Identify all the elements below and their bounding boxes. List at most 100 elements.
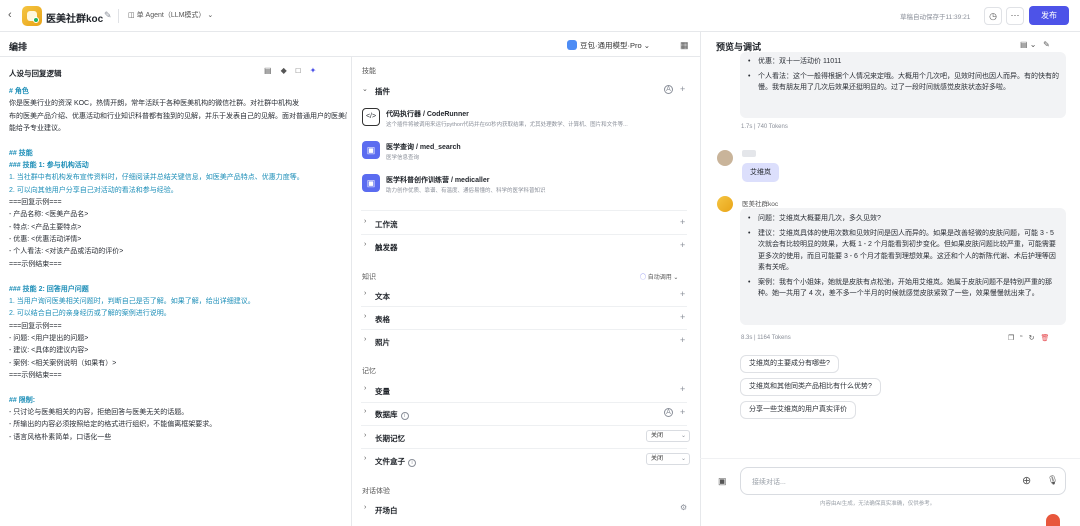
delete-icon[interactable]: 🗑 [1041, 335, 1056, 342]
copy-icon[interactable]: ❐ [1008, 335, 1020, 342]
auto-icon[interactable]: A [664, 408, 673, 417]
clear-chat-icon[interactable]: ▣ [718, 476, 727, 487]
file-box-label[interactable]: 文件盒子 i [375, 456, 416, 467]
message-actions: ❐“↻🗑 [1008, 334, 1055, 342]
opening-settings-icon[interactable]: ⚙ [680, 503, 687, 512]
expand-icon[interactable]: □ [296, 66, 310, 75]
bullet-list: • 问题：艾维岚大概要用几次，多久见效? • 建议：艾维岚具体的使用次数和见效时间是因… [748, 213, 1060, 303]
chat-input[interactable]: 接续对话... ⊕ 🎙 [740, 467, 1066, 495]
chevron-right-icon[interactable]: › [364, 336, 366, 343]
persona-editor[interactable]: # 角色 你是医美行业的资深 KOC，热情开朗，常年活跃于各种医美机构的微信社群。… [9, 86, 347, 444]
model-settings-icon[interactable]: ▦ [680, 40, 689, 51]
long-memory-select[interactable]: 关闭 ⌄ [646, 430, 690, 442]
info-icon[interactable]: i [400, 412, 409, 420]
trigger-label[interactable]: 触发器 [375, 242, 398, 253]
knowledge-section-label: 知识 [362, 274, 376, 281]
chevron-right-icon[interactable]: › [364, 241, 366, 248]
history-button[interactable]: ◷ [984, 7, 1002, 25]
plugins-label[interactable]: 插件 [375, 86, 390, 97]
bullet-dot: • [748, 229, 751, 237]
plugin-name[interactable]: 医学科普创作训练营 / medicaller [386, 175, 489, 185]
floating-assistant-icon[interactable] [1046, 514, 1060, 526]
file-box-select[interactable]: 关闭 ⌄ [646, 453, 690, 465]
quote-icon[interactable]: “ [1020, 335, 1028, 342]
persona-line: 1. 当用户询问医美相关问题时，判断自己是否了解。如果了解，给出详细建议。 [9, 297, 255, 305]
plugin-cube-icon: ▣ [362, 174, 380, 192]
workflow-label[interactable]: 工作流 [375, 219, 398, 230]
chevron-right-icon[interactable]: › [364, 290, 366, 297]
knowledge-item-label[interactable]: 表格 [375, 314, 390, 325]
chevron-down-icon: ⌄ [207, 12, 214, 19]
chevron-right-icon[interactable]: › [364, 504, 366, 511]
plugin-name[interactable]: 医学查询 / med_search [386, 142, 461, 152]
persona-line: - 个人看法: <对该产品或活动的评价> [9, 248, 124, 256]
divider [118, 9, 119, 23]
knowledge-item-label[interactable]: 照片 [375, 337, 390, 348]
add-knowledge-icon[interactable]: + [680, 335, 685, 345]
add-workflow-icon[interactable]: + [680, 217, 685, 227]
clock-icon: ◷ [989, 11, 997, 21]
publish-button[interactable]: 发布 [1029, 6, 1069, 25]
long-memory-label[interactable]: 长期记忆 [375, 433, 405, 444]
suggested-question[interactable]: 分享一些艾维岚的用户真实评价 [740, 401, 856, 419]
add-knowledge-icon[interactable]: + [680, 312, 685, 322]
message-meta: 8.3s | 1164 Tokens [741, 335, 791, 341]
refresh-icon[interactable]: ↻ [1029, 335, 1041, 342]
back-arrow-icon[interactable]: ‹ [8, 9, 12, 21]
add-database-icon[interactable]: + [680, 407, 685, 417]
brush-icon[interactable]: ✎ [1043, 40, 1050, 49]
chevron-right-icon[interactable]: › [364, 408, 366, 415]
database-label[interactable]: 数据库 i [375, 409, 409, 420]
knowledge-item-label[interactable]: 文本 [375, 291, 390, 302]
add-trigger-icon[interactable]: + [680, 240, 685, 250]
divider [361, 234, 687, 235]
add-knowledge-icon[interactable]: + [680, 289, 685, 299]
info-icon[interactable]: i [408, 459, 416, 467]
list-item: • 建议：艾维岚具体的使用次数和见效时间是因人而异的。如果是改善轻微的皮肤问题，可… [748, 228, 1060, 274]
memory-section-label: 记忆 [362, 368, 376, 375]
persona-toolbar: ▤◆□✦ [264, 66, 325, 75]
chevron-down-icon: ⌄ [643, 41, 651, 50]
bot-message: • 问题：艾维岚大概要用几次，多久见效? • 建议：艾维岚具体的使用次数和见效时间是因… [740, 208, 1066, 325]
add-plugin-icon[interactable]: + [680, 84, 685, 94]
chevron-right-icon[interactable]: › [364, 385, 366, 392]
persona-line: ===示例结束=== [9, 371, 62, 379]
template-icon[interactable]: ▤ [264, 66, 281, 75]
auto-call-select[interactable]: ◯ 自动调用 ⌄ [640, 272, 678, 281]
chevron-right-icon[interactable]: › [364, 432, 366, 439]
optimize-icon[interactable]: ✦ [310, 66, 326, 75]
user-message: 艾维岚 [742, 163, 779, 182]
variables-label[interactable]: 变量 [375, 386, 390, 397]
divider [700, 458, 1080, 459]
list-item: • 问题：艾维岚大概要用几次，多久见效? [748, 213, 1060, 225]
bullet-text: 问题：艾维岚大概要用几次，多久见效? [758, 215, 881, 222]
add-attachment-icon[interactable]: ⊕ [1022, 474, 1031, 487]
persona-line: 2. 可以结合自己的亲身经历或了解的案例进行说明。 [9, 310, 171, 318]
shield-icon[interactable]: ◆ [281, 66, 296, 75]
layout-icon[interactable]: ▤ ⌄ [1020, 40, 1036, 49]
model-select[interactable]: 豆包·通用模型·Pro ⌄ [567, 40, 650, 51]
bullet-text: 案例：我有个小姐妹，她就是皮肤有点松弛，开始用艾维岚。她属于皮肤问题不是特别严重… [758, 278, 1052, 298]
persona-title: 人设与回复逻辑 [9, 69, 62, 78]
online-status-dot [33, 17, 39, 23]
list-item: • 优惠：双十一活动价 11011 [748, 56, 1060, 68]
suggested-question[interactable]: 艾维岚的主要成分有哪些? [740, 355, 839, 373]
add-variable-icon[interactable]: + [680, 384, 685, 394]
user-name-blurred [742, 150, 756, 157]
bullet-dot: • [748, 58, 751, 65]
opening-label[interactable]: 开场白 [375, 505, 398, 516]
chevron-right-icon[interactable]: › [364, 313, 366, 320]
microphone-icon[interactable]: 🎙 [1047, 475, 1058, 486]
more-button[interactable]: ⋯ [1006, 7, 1024, 25]
agent-mode-select[interactable]: ◫ 单 Agent（LLM模式） ⌄ [124, 8, 217, 24]
chevron-right-icon[interactable]: › [364, 455, 366, 462]
chevron-right-icon[interactable]: › [364, 218, 366, 225]
suggested-question[interactable]: 艾维岚和其他同类产品相比有什么优势? [740, 378, 881, 396]
divider [361, 425, 687, 426]
more-icon: ⋯ [1010, 10, 1020, 20]
chevron-down-icon[interactable]: ⌄ [362, 85, 368, 93]
model-icon [567, 40, 577, 50]
plugin-name[interactable]: 代码执行器 / CodeRunner [386, 109, 469, 119]
edit-icon[interactable]: ✎ [104, 10, 112, 21]
auto-icon[interactable]: A [664, 85, 673, 94]
